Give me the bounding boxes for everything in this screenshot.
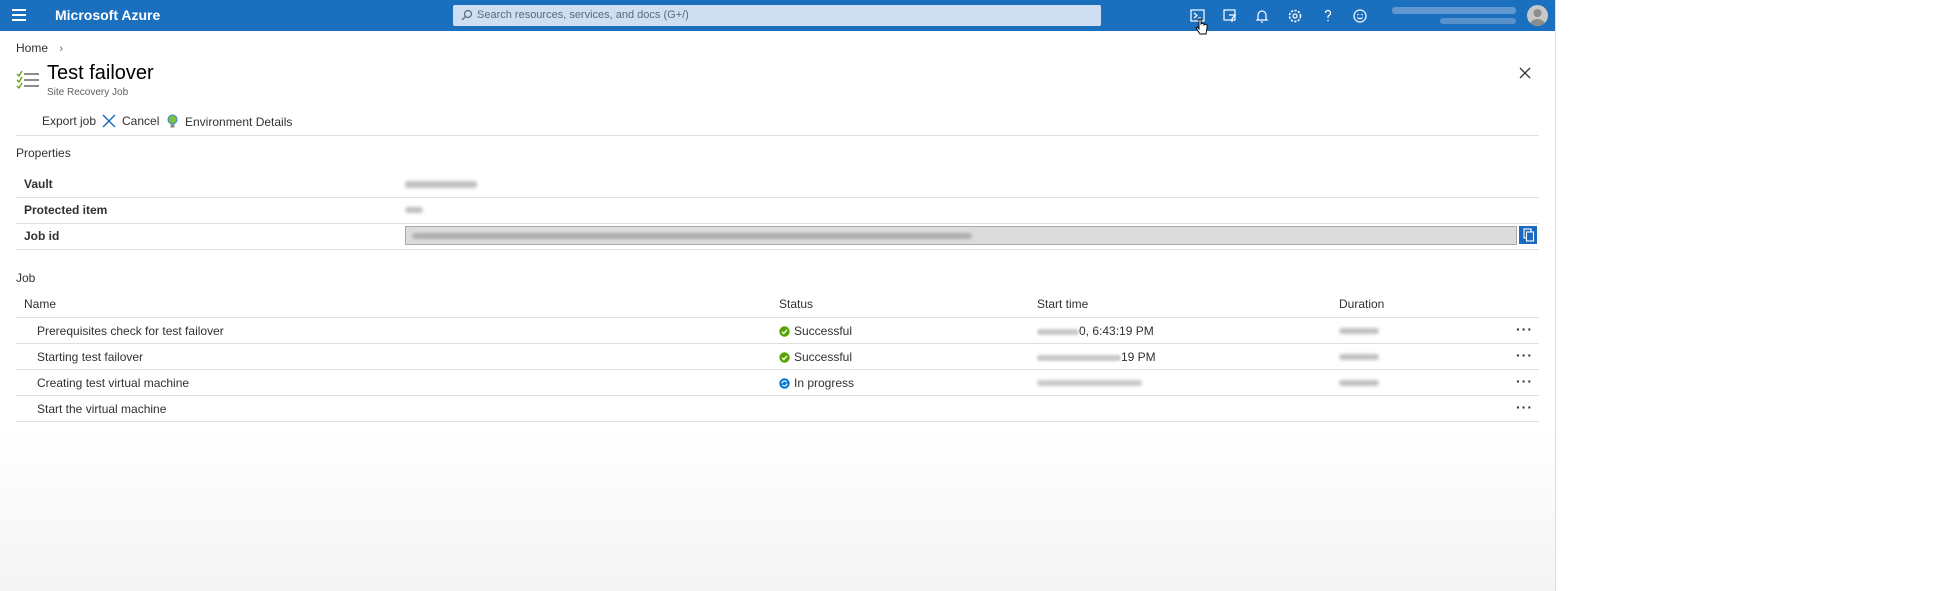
table-row[interactable]: Creating test virtual machine In progres… bbox=[16, 370, 1539, 396]
property-row-protected-item: Protected item bbox=[16, 198, 1539, 224]
column-header-name[interactable]: Name bbox=[24, 297, 56, 311]
breadcrumb-home[interactable]: Home bbox=[16, 41, 48, 55]
table-row[interactable]: Start the virtual machine ··· bbox=[16, 396, 1539, 422]
help-icon[interactable] bbox=[1318, 6, 1338, 26]
close-icon[interactable] bbox=[1518, 66, 1532, 80]
success-check-icon bbox=[779, 351, 790, 363]
search-icon bbox=[461, 9, 473, 21]
status-text: Successful bbox=[794, 350, 853, 364]
table-row[interactable]: Prerequisites check for test failover Su… bbox=[16, 318, 1539, 344]
start-time-text: 0, 6:43:19 PM bbox=[1079, 324, 1154, 338]
main-content: Microsoft Azure Search resources, servic… bbox=[0, 0, 1555, 591]
table-row[interactable]: Starting test failover Successful 19 PM … bbox=[16, 344, 1539, 370]
chevron-right-icon: › bbox=[59, 43, 64, 55]
in-progress-icon bbox=[779, 377, 790, 389]
more-options-icon[interactable]: ··· bbox=[1516, 347, 1533, 363]
search-input[interactable]: Search resources, services, and docs (G+… bbox=[453, 5, 1101, 26]
start-time-redacted bbox=[1037, 380, 1142, 386]
table-header: Name Status Start time Duration bbox=[16, 291, 1539, 318]
search-placeholder: Search resources, services, and docs (G+… bbox=[477, 9, 689, 21]
account-info[interactable] bbox=[1392, 6, 1520, 26]
hamburger-menu-icon[interactable] bbox=[12, 9, 26, 21]
more-options-icon[interactable]: ··· bbox=[1516, 321, 1533, 337]
brand-title[interactable]: Microsoft Azure bbox=[55, 7, 160, 23]
start-time-text: 19 PM bbox=[1121, 350, 1156, 364]
directory-filter-icon[interactable] bbox=[1220, 6, 1240, 26]
cancel-icon bbox=[102, 114, 116, 128]
breadcrumb: Home › bbox=[16, 41, 63, 55]
settings-icon[interactable] bbox=[1285, 6, 1305, 26]
right-margin bbox=[1555, 0, 1937, 591]
vault-value-redacted bbox=[405, 181, 477, 188]
protected-item-label: Protected item bbox=[24, 203, 108, 217]
status-text: In progress bbox=[794, 376, 855, 390]
export-job-label: Export job bbox=[42, 114, 97, 128]
start-time-cell: 19 PM bbox=[1037, 350, 1156, 364]
bottom-area bbox=[0, 430, 1555, 591]
command-bar: Export job Cancel Environment Details bbox=[16, 109, 1539, 136]
column-header-duration[interactable]: Duration bbox=[1339, 297, 1384, 311]
page-title: Test failover bbox=[47, 62, 154, 84]
job-id-label: Job id bbox=[24, 229, 60, 243]
status-cell: In progress bbox=[779, 376, 854, 390]
success-check-icon bbox=[779, 325, 790, 337]
environment-details-label: Environment Details bbox=[185, 114, 293, 129]
lightbulb-icon bbox=[167, 114, 178, 128]
duration-redacted bbox=[1339, 328, 1379, 334]
notifications-icon[interactable] bbox=[1252, 6, 1272, 26]
job-id-field[interactable] bbox=[405, 226, 1517, 245]
properties-section-label: Properties bbox=[16, 146, 71, 160]
step-name: Start the virtual machine bbox=[37, 402, 167, 416]
step-name: Starting test failover bbox=[37, 350, 144, 364]
duration-redacted bbox=[1339, 380, 1379, 386]
job-list-icon bbox=[16, 70, 39, 90]
cancel-button[interactable]: Cancel bbox=[102, 114, 159, 128]
job-steps-table: Name Status Start time Duration Prerequi… bbox=[16, 291, 1539, 422]
page: Microsoft Azure Search resources, servic… bbox=[0, 0, 1937, 591]
avatar[interactable] bbox=[1527, 5, 1548, 26]
more-options-icon[interactable]: ··· bbox=[1516, 399, 1533, 415]
status-cell: Successful bbox=[779, 350, 852, 364]
protected-item-value-redacted bbox=[405, 207, 423, 213]
cancel-label: Cancel bbox=[122, 114, 160, 128]
property-row-job-id: Job id bbox=[16, 224, 1539, 250]
step-name: Prerequisites check for test failover bbox=[37, 324, 224, 338]
vault-label: Vault bbox=[24, 177, 53, 191]
export-job-button[interactable]: Export job bbox=[42, 114, 96, 128]
duration-redacted bbox=[1339, 354, 1379, 360]
step-name: Creating test virtual machine bbox=[37, 376, 190, 390]
page-subtitle: Site Recovery Job bbox=[47, 87, 129, 98]
status-text: Successful bbox=[794, 324, 853, 338]
column-header-start-time[interactable]: Start time bbox=[1037, 297, 1088, 311]
copy-icon bbox=[1523, 228, 1535, 242]
property-row-vault: Vault bbox=[16, 172, 1539, 198]
start-time-cell: 0, 6:43:19 PM bbox=[1037, 324, 1154, 338]
copy-to-clipboard-button[interactable] bbox=[1519, 226, 1537, 244]
status-cell: Successful bbox=[779, 324, 852, 338]
more-options-icon[interactable]: ··· bbox=[1516, 373, 1533, 389]
environment-details-button[interactable]: Environment Details bbox=[166, 114, 292, 129]
job-section-label: Job bbox=[16, 271, 36, 285]
feedback-icon[interactable] bbox=[1350, 6, 1370, 26]
column-header-status[interactable]: Status bbox=[779, 297, 813, 311]
top-navigation-bar: Microsoft Azure Search resources, servic… bbox=[0, 0, 1555, 31]
mouse-cursor-icon bbox=[1195, 18, 1208, 35]
